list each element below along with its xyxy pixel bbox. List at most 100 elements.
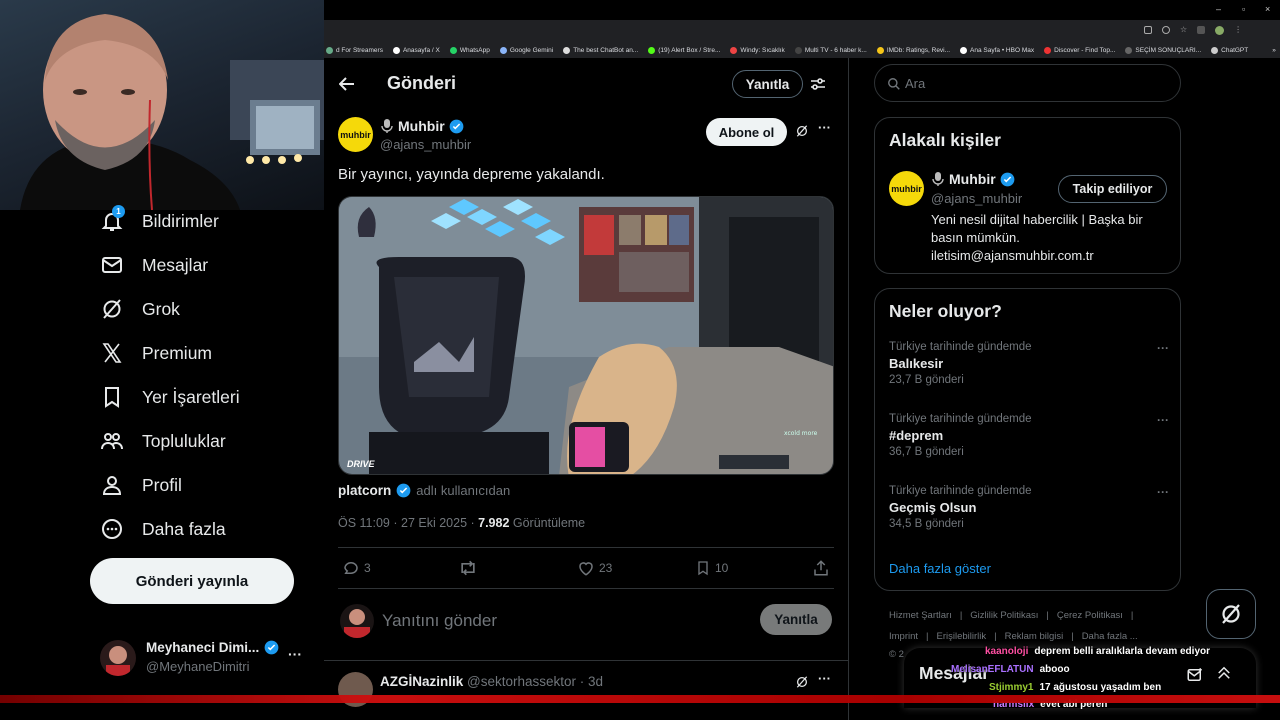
bookmark-favicon-icon	[960, 46, 968, 54]
profile-avatar-icon[interactable]	[1215, 26, 1225, 35]
bookmark-item[interactable]: SEÇİM SONUÇLARI...	[1125, 46, 1201, 54]
bookmark-item[interactable]: Windy: Sıcaklık	[730, 46, 785, 54]
footer-link[interactable]: Gizlilik Politikası	[970, 610, 1038, 621]
related-name[interactable]: Muhbir	[949, 171, 996, 187]
show-more-link[interactable]: Daha fazla göster	[889, 561, 991, 576]
search-input[interactable]: Ara	[905, 76, 925, 91]
extensions-icon[interactable]	[1197, 26, 1206, 34]
trend-more-icon[interactable]: ···	[1157, 341, 1169, 355]
subscribe-button[interactable]: Abone ol	[706, 118, 787, 146]
trend-more-icon[interactable]: ···	[1157, 485, 1169, 499]
nav-more[interactable]: Daha fazla	[100, 511, 226, 547]
trend-item[interactable]: Türkiye tarihinde gündemde Geçmiş Olsun …	[889, 485, 1169, 530]
reply-author-name[interactable]: AZGİNazinlik	[380, 674, 463, 689]
trend-more-icon[interactable]: ···	[1157, 413, 1169, 427]
trend-item[interactable]: Türkiye tarihinde gündemde #deprem 36,7 …	[889, 413, 1169, 458]
bookmark-item[interactable]: The best ChatBot an...	[563, 46, 638, 54]
reply-more-icon[interactable]: ···	[818, 671, 831, 686]
nav-bookmarks[interactable]: Yer İşaretleri	[100, 379, 240, 415]
nav-communities[interactable]: Topluluklar	[100, 423, 226, 459]
views-label: Görüntüleme	[509, 516, 586, 530]
following-button[interactable]: Takip ediliyor	[1058, 175, 1167, 203]
bookmark-action[interactable]: 10	[695, 559, 728, 577]
bookmark-label: Windy: Sıcaklık	[740, 46, 785, 54]
share-action[interactable]	[812, 559, 830, 577]
repost-action[interactable]	[458, 559, 478, 577]
post-video[interactable]: xcold more DRIVE	[338, 196, 834, 475]
author-name[interactable]: Muhbir	[398, 118, 445, 134]
search-box[interactable]: Ara	[874, 64, 1181, 102]
nav-notifications[interactable]: 1 Bildirimler	[100, 203, 219, 239]
header-reply-button[interactable]: Yanıtla	[732, 70, 803, 98]
footer-link[interactable]: Çerez Politikası	[1057, 610, 1123, 621]
bookmark-item[interactable]: WhatsApp	[449, 46, 490, 54]
back-arrow-icon[interactable]	[339, 76, 355, 92]
reply-author-handle[interactable]: @sektorhassektor	[467, 674, 576, 689]
bookmark-item[interactable]: Anasayfa / X	[392, 46, 440, 54]
nav-profile[interactable]: Profil	[100, 467, 182, 503]
footer-link[interactable]: Imprint	[889, 631, 918, 642]
chat-username: MelisanEFLATUN	[951, 664, 1034, 675]
chat-text: deprem belli aralıklarla devam ediyor	[1034, 646, 1210, 657]
footer-link[interactable]: Erişilebilirlik	[937, 631, 987, 642]
bookmark-item[interactable]: d For Streamers	[326, 46, 383, 54]
sliders-icon[interactable]	[810, 76, 826, 92]
author-handle[interactable]: @ajans_muhbir	[380, 137, 471, 152]
reply-time[interactable]: · 3d	[580, 674, 603, 689]
nav-grok[interactable]: Grok	[100, 291, 180, 327]
account-more-icon[interactable]: ···	[288, 646, 302, 662]
star-icon[interactable]: ☆	[1180, 26, 1187, 35]
post-more-icon[interactable]: ···	[818, 120, 831, 135]
like-action[interactable]: 23	[577, 559, 612, 577]
post-text: Bir yayıncı, yayında depreme yakalandı.	[338, 166, 605, 183]
nav-label: Premium	[142, 342, 213, 363]
reply-action[interactable]: 3	[342, 559, 371, 577]
reply-submit-button[interactable]: Yanıtla	[760, 604, 832, 635]
footer-separator: |	[926, 631, 929, 642]
expand-chevrons-icon[interactable]	[1215, 664, 1233, 682]
grok-icon[interactable]	[795, 124, 809, 138]
bookmark-item[interactable]: Multi TV - 6 haber k...	[794, 46, 867, 54]
footer-separator: |	[994, 631, 997, 642]
post-timestamp[interactable]: ÖS 11:09 · 27 Eki 2025 ·	[338, 516, 478, 530]
bookmark-item[interactable]: Discover - Find Top...	[1044, 46, 1115, 54]
nav-premium[interactable]: Premium	[100, 335, 212, 371]
attribution-name[interactable]: platcorn	[338, 483, 391, 498]
related-avatar[interactable]: muhbir	[889, 171, 924, 206]
nav-label: Mesajlar	[142, 254, 209, 275]
grok-icon[interactable]	[795, 675, 809, 689]
cast-icon[interactable]	[1144, 26, 1152, 34]
bookmark-item[interactable]: ChatGPT	[1211, 46, 1248, 54]
chat-username: Stjimmy1	[989, 682, 1034, 693]
composer-avatar	[340, 604, 374, 638]
grok-floating-button[interactable]	[1206, 589, 1256, 639]
footer-link[interactable]: Daha fazla ...	[1082, 631, 1138, 642]
microphone-icon	[932, 172, 944, 186]
bookmarks-overflow-icon[interactable]: »	[1272, 47, 1276, 54]
bookmark-item[interactable]: (19) Alert Box / Stre...	[648, 46, 720, 54]
profile-icon	[100, 473, 124, 497]
bookmark-label: Google Gemini	[509, 46, 554, 54]
zoom-icon[interactable]	[1162, 26, 1170, 34]
browser-menu-icon[interactable]: ⋮	[1234, 26, 1242, 35]
post-button[interactable]: Gönderi yayınla	[90, 558, 294, 604]
bookmark-item[interactable]: Ana Sayfa • HBO Max	[960, 46, 1034, 54]
chat-message: kaanoloji deprem belli aralıklarla devam …	[985, 646, 1210, 657]
bookmark-item[interactable]: IMDb: Ratings, Revi...	[876, 46, 950, 54]
nav-messages[interactable]: Mesajlar	[100, 247, 208, 283]
bookmark-favicon-icon	[449, 46, 457, 54]
divider	[324, 660, 849, 661]
new-message-icon[interactable]	[1186, 666, 1204, 684]
related-handle[interactable]: @ajans_muhbir	[931, 191, 1022, 206]
trend-item[interactable]: Türkiye tarihinde gündemde Balıkesir 23,…	[889, 341, 1169, 386]
bookmark-item[interactable]: Google Gemini	[499, 46, 554, 54]
reply-input[interactable]: Yanıtını gönder	[382, 611, 497, 631]
footer-link[interactable]: Reklam bilgisi	[1005, 631, 1064, 642]
bookmark-favicon-icon	[1044, 46, 1052, 54]
close-window-icon[interactable]: ×	[1265, 4, 1270, 14]
minimize-window-icon[interactable]: –	[1216, 4, 1221, 14]
author-avatar[interactable]: muhbir	[338, 117, 373, 152]
maximize-window-icon[interactable]: ▫	[1242, 4, 1245, 14]
footer-link[interactable]: Hizmet Şartları	[889, 610, 952, 621]
account-switcher[interactable]: Meyhaneci Dimi... @MeyhaneDimitri ···	[100, 638, 310, 678]
